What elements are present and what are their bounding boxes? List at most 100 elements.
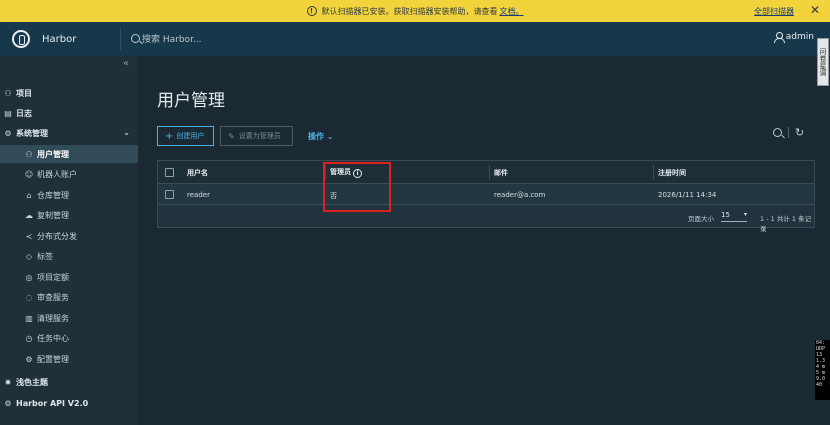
feedback-tab[interactable]: 问卷星调 [817, 38, 829, 86]
plus-icon: + [165, 130, 174, 142]
registry-icon: ⌂ [26, 190, 32, 200]
sidebar-item-label: 浅色主题 [16, 377, 48, 387]
gear-icon: ⚙ [25, 354, 33, 364]
sidebar-item-label: 配置管理 [37, 354, 69, 364]
robot-icon: ☺ [24, 169, 34, 179]
terminal-overlay: 04: UDP 13 1.3 4 m 5 m 9.0 40 [815, 340, 830, 400]
sidebar-item-replication[interactable]: ☁ 复制管理 [0, 206, 138, 224]
close-icon[interactable]: ✕ [810, 3, 820, 17]
tool-divider [788, 127, 789, 138]
users-table: 用户名 管理员 i 邮件 注册时间 reader 否 reader@a.com 2… [157, 160, 815, 233]
sidebar-item-label: 用户管理 [37, 149, 69, 159]
top-header: Harbor 搜索 Harbor... admin [0, 22, 830, 56]
info-icon: ! [306, 6, 317, 16]
trash-icon: ▥ [25, 313, 33, 323]
projects-icon: ⚇ [4, 88, 12, 98]
wrench-icon: ✎ [228, 131, 235, 141]
collapse-sidebar-icon[interactable]: « [123, 58, 129, 69]
sidebar-item-label: 任务中心 [37, 333, 69, 343]
chevron-down-icon: ⌄ [123, 128, 130, 137]
sidebar-item-robots[interactable]: ☺ 机器人账户 [0, 165, 138, 183]
column-email[interactable]: 邮件 [494, 168, 508, 178]
create-user-button[interactable]: + 创建用户 [157, 126, 214, 146]
admin-column-highlight [323, 162, 391, 212]
pagination-info: 1 - 1 共计 1 条记录 [760, 215, 812, 233]
sidebar-item-logs[interactable]: ▤ 日志 [0, 104, 138, 122]
create-user-label: 创建用户 [176, 132, 205, 140]
page-title: 用户管理 [157, 91, 225, 111]
column-registered[interactable]: 注册时间 [658, 168, 686, 178]
sidebar-item-label: 项目定额 [37, 272, 69, 282]
cell-email: reader@a.com [494, 191, 546, 199]
username[interactable]: admin [786, 32, 814, 42]
sidebar-item-label: 系统管理 [16, 128, 48, 138]
sidebar-item-config[interactable]: ⚙ 配置管理 [0, 350, 138, 368]
actions-dropdown[interactable]: 操作 ⌄ [308, 131, 334, 142]
user-icon [773, 32, 785, 43]
users-icon: ⚇ [25, 149, 33, 159]
sidebar-item-label: 清理服务 [37, 313, 69, 323]
refresh-icon[interactable]: ↻ [795, 127, 804, 138]
search-icon [131, 34, 140, 43]
sun-icon: ✹ [4, 377, 12, 387]
page-size-label: 页面大小 [688, 215, 714, 223]
sidebar-item-interrogation[interactable]: ◌ 审查服务 [0, 288, 138, 306]
clock-icon: ◷ [25, 333, 33, 343]
sidebar: « ⚇ 项目 ▤ 日志 ⚙ 系统管理 ⌄ ⚇ 用户管理 ☺ 机器人账户 ⌂ 仓库… [0, 56, 138, 425]
scanner-banner: ! 默认扫描器已安装。获取扫描器安装帮助，请查看 文档。 全部扫描器 ✕ [0, 0, 830, 22]
logs-icon: ▤ [4, 108, 12, 118]
actions-label: 操作 [308, 132, 324, 141]
search-input[interactable]: 搜索 Harbor... [142, 32, 202, 45]
select-all-checkbox[interactable] [165, 168, 174, 177]
brand-name[interactable]: Harbor [42, 34, 76, 45]
sidebar-item-label: 复制管理 [37, 210, 69, 220]
quota-icon: ◎ [25, 272, 33, 282]
harbor-logo-icon[interactable] [12, 30, 30, 48]
chevron-down-icon: ⌄ [326, 132, 334, 141]
all-scanners-link[interactable]: 全部扫描器 [754, 6, 794, 17]
doc-link[interactable]: 文档。 [500, 6, 524, 17]
tag-icon: ◇ [25, 251, 33, 261]
set-admin-button[interactable]: ✎ 设置为管理员 [220, 126, 293, 146]
sidebar-item-users[interactable]: ⚇ 用户管理 [0, 145, 138, 163]
sidebar-item-label: 日志 [16, 108, 32, 118]
replication-icon: ☁ [25, 210, 33, 220]
sidebar-item-quotas[interactable]: ◎ 项目定额 [0, 268, 138, 286]
sidebar-item-projects[interactable]: ⚇ 项目 [0, 84, 138, 102]
terminal-line: 40 [816, 382, 823, 388]
page-size-value: 15 [721, 211, 730, 219]
cell-registered: 2026/1/11 14:34 [658, 191, 717, 199]
sidebar-item-api[interactable]: ⚙ Harbor API V2.0 [0, 394, 138, 412]
sidebar-item-distribution[interactable]: ≺ 分布式分发 [0, 227, 138, 245]
header-divider [120, 28, 121, 50]
banner-message: 默认扫描器已安装。获取扫描器安装帮助，请查看 [321, 6, 498, 16]
sidebar-item-cleanup[interactable]: ▥ 清理服务 [0, 309, 138, 327]
sidebar-item-registries[interactable]: ⌂ 仓库管理 [0, 186, 138, 204]
sidebar-item-jobs[interactable]: ◷ 任务中心 [0, 329, 138, 347]
api-icon: ⚙ [4, 398, 12, 408]
sidebar-item-label: Harbor API V2.0 [16, 398, 89, 408]
distribution-icon: ≺ [25, 231, 33, 241]
table-tools: ↻ [773, 127, 804, 138]
sidebar-item-label: 仓库管理 [37, 190, 69, 200]
page-size-select[interactable]: 15 ▾ [721, 211, 747, 222]
table-row[interactable]: reader 否 reader@a.com 2026/1/11 14:34 [158, 184, 814, 205]
set-admin-label: 设置为管理员 [238, 132, 281, 140]
search-icon[interactable] [773, 128, 782, 137]
sidebar-item-labels[interactable]: ◇ 标签 [0, 247, 138, 265]
sidebar-item-label: 分布式分发 [37, 231, 77, 241]
sidebar-item-label: 标签 [37, 251, 53, 261]
table-footer: 页面大小 15 ▾ 1 - 1 共计 1 条记录 [158, 206, 814, 233]
global-search[interactable]: 搜索 Harbor... [131, 32, 202, 45]
chevron-down-icon: ▾ [743, 211, 747, 218]
sidebar-item-admin[interactable]: ⚙ 系统管理 ⌄ [0, 124, 138, 142]
shield-icon: ◌ [25, 292, 33, 302]
row-checkbox[interactable] [165, 190, 174, 199]
column-username[interactable]: 用户名 [187, 168, 208, 178]
cell-username: reader [187, 191, 210, 199]
sidebar-item-theme[interactable]: ✹ 浅色主题 [0, 373, 138, 391]
user-menu[interactable]: admin [773, 32, 814, 43]
sidebar-item-label: 项目 [16, 88, 32, 98]
admin-icon: ⚙ [4, 128, 12, 138]
column-divider [489, 165, 490, 180]
